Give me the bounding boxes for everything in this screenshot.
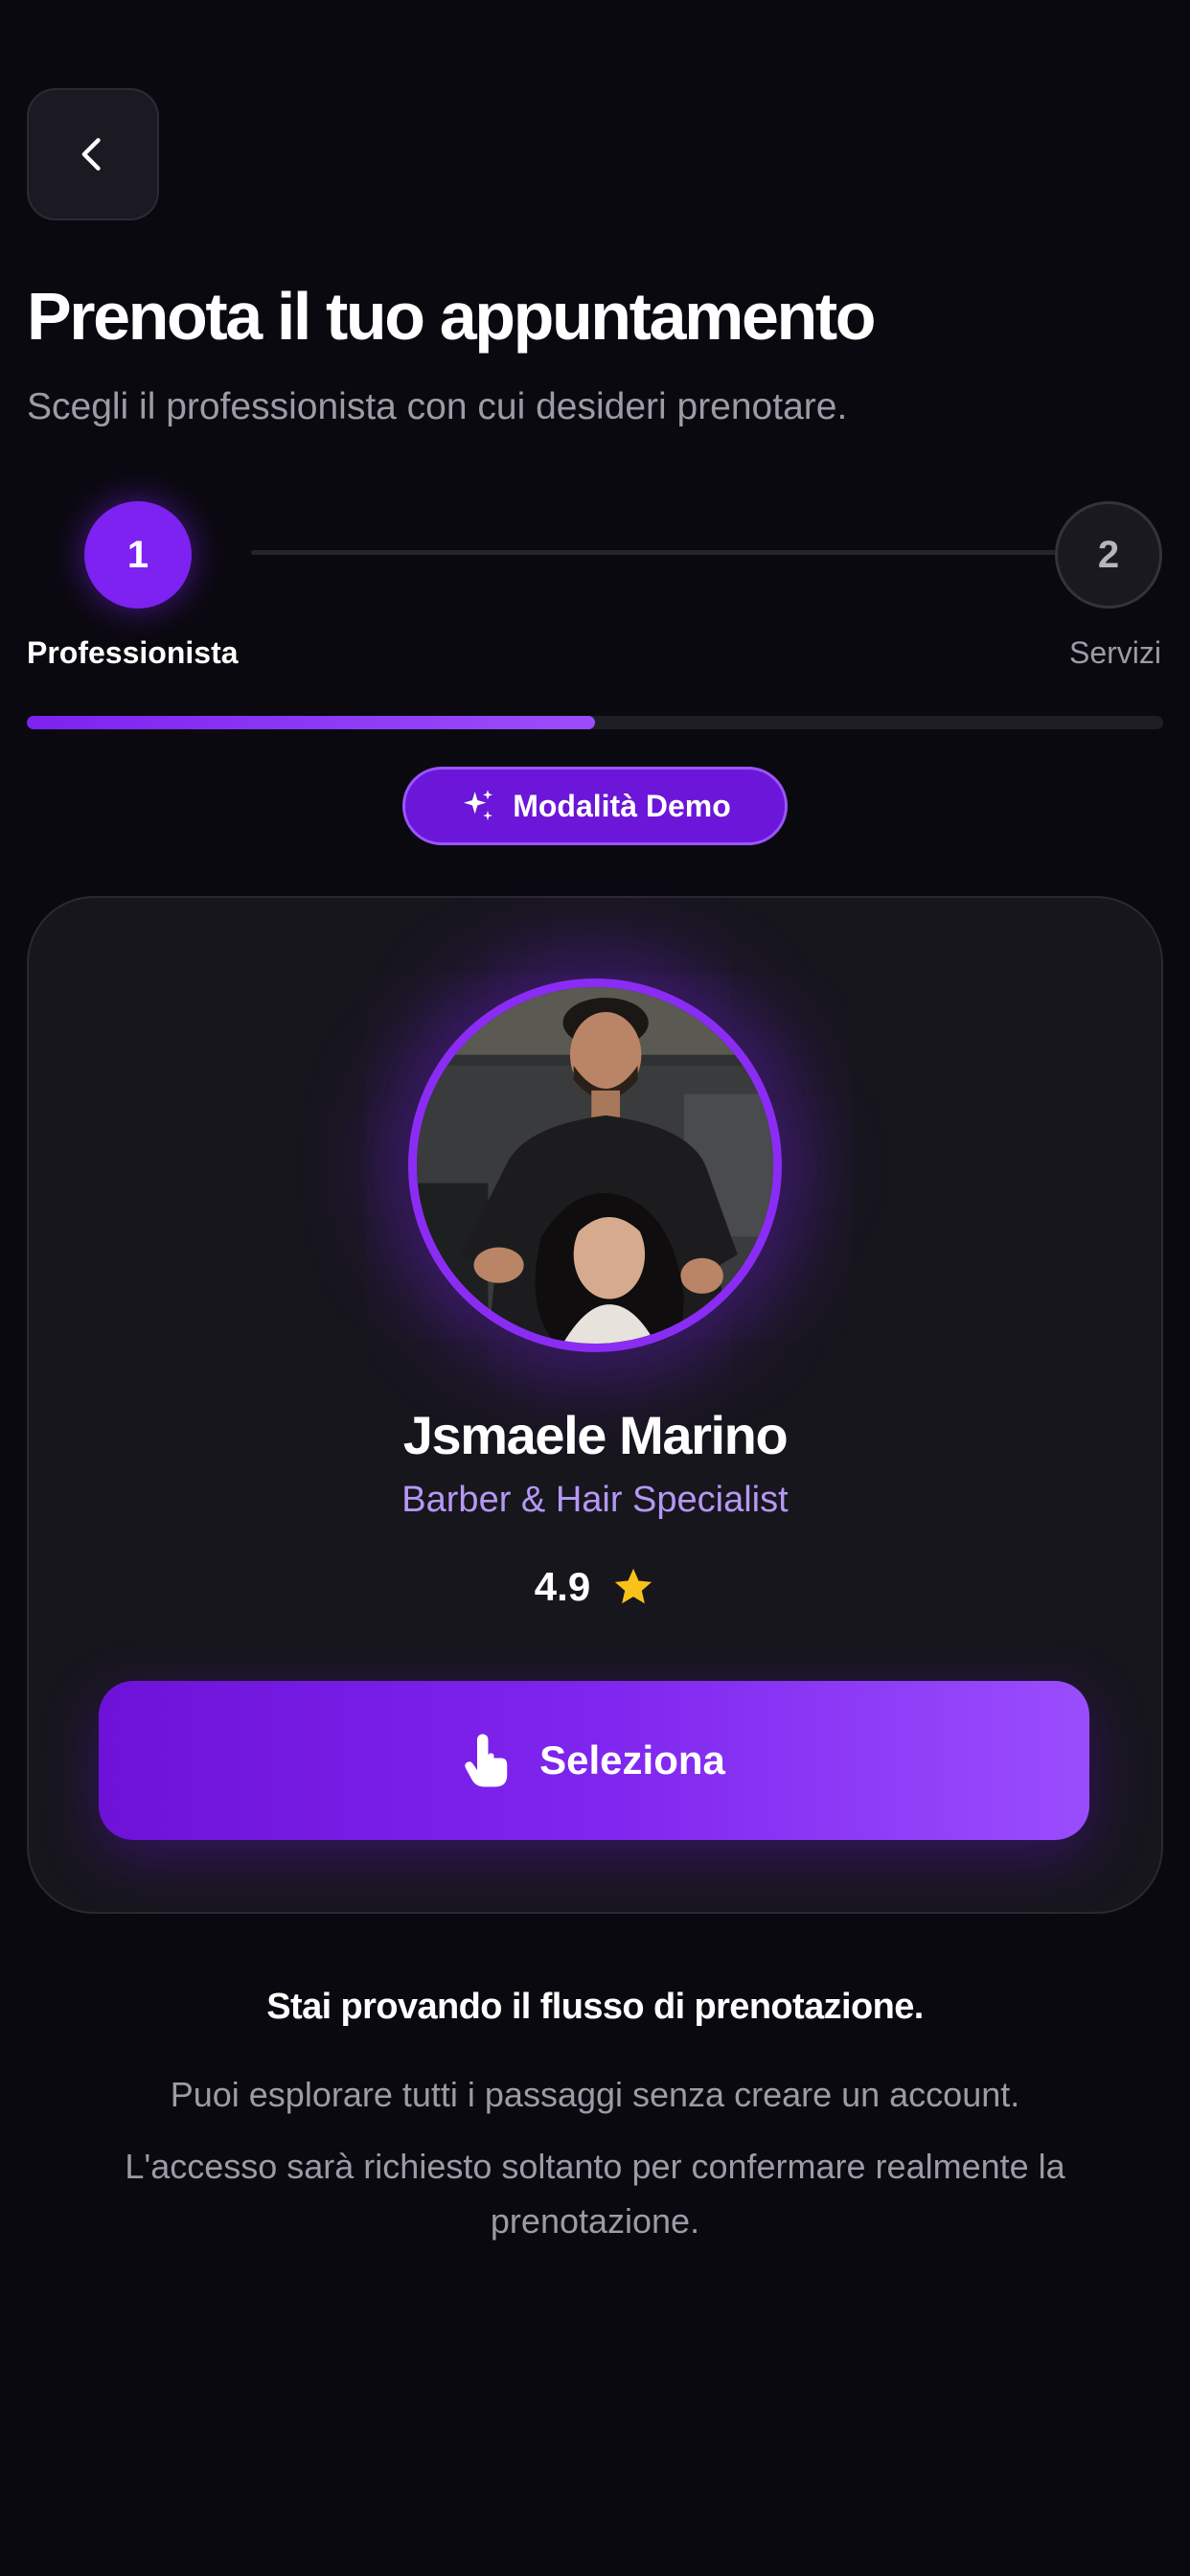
stepper-line <box>251 550 1056 555</box>
info-text-2: L'accesso sarà richiesto soltanto per co… <box>125 2147 1065 2241</box>
progress-fill <box>27 716 595 729</box>
demo-mode-label: Modalità Demo <box>513 788 731 823</box>
page-title: Prenota il tuo appuntamento <box>27 279 877 354</box>
professional-role: Barber & Hair Specialist <box>401 1480 789 1520</box>
progress-bar <box>27 716 1163 729</box>
professional-rating: 4.9 <box>0 1564 1190 1610</box>
step-1-indicator: 1 <box>84 501 192 609</box>
info-text-1: Puoi esplorare tutti i passaggi senza cr… <box>170 2075 1020 2114</box>
professional-avatar <box>408 978 782 1352</box>
rating-value: 4.9 <box>534 1564 591 1609</box>
page-subtitle: Scegli il professionista con cui desider… <box>27 386 848 427</box>
sparkles-icon <box>464 790 493 820</box>
star-icon <box>615 1568 652 1604</box>
select-professional-button[interactable]: Seleziona <box>99 1681 1089 1840</box>
step-1-label: Professionista <box>27 635 239 670</box>
professional-name: Jsmaele Marino <box>402 1405 789 1465</box>
avatar-photo <box>417 987 773 1344</box>
chevron-left-icon <box>81 138 101 171</box>
hand-pointer-icon <box>465 1734 508 1787</box>
step-2-indicator: 2 <box>1055 501 1162 609</box>
back-button[interactable] <box>27 88 159 220</box>
info-title: Stai provando il flusso di prenotazione. <box>266 1987 924 2027</box>
step-2-label: Servizi <box>1068 635 1161 670</box>
booking-page: Prenota il tuo appuntamento Scegli il pr… <box>0 0 1190 2576</box>
select-button-label: Seleziona <box>539 1737 725 1782</box>
demo-mode-badge: Modalità Demo <box>402 767 788 845</box>
